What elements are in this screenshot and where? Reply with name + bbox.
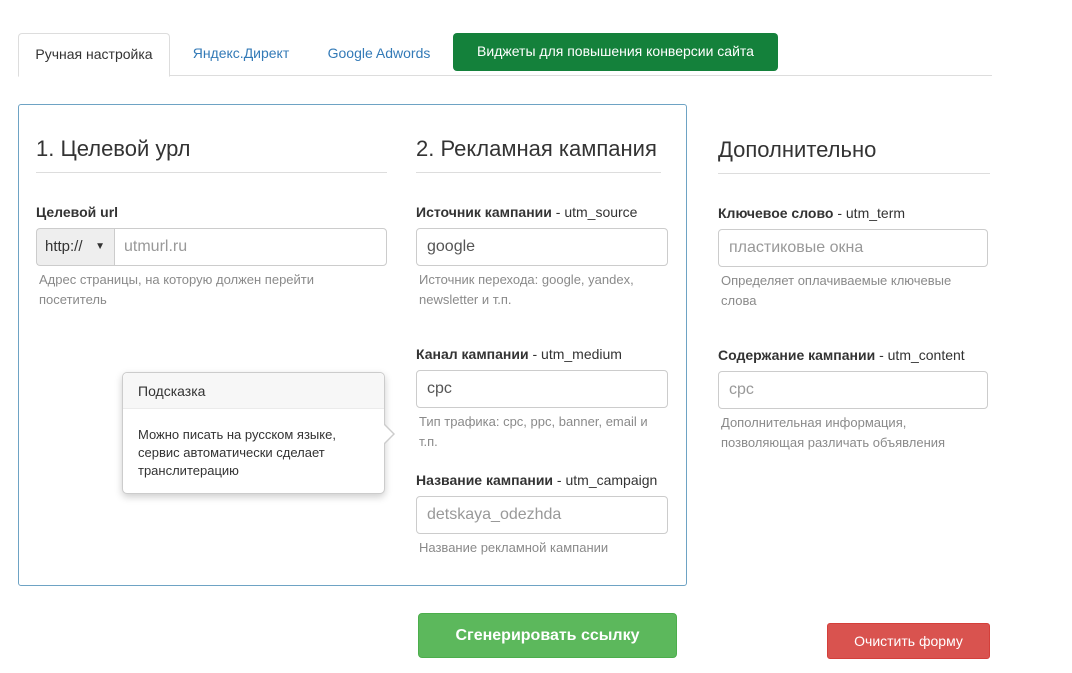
utm-content-label: Содержание кампании - utm_content [718, 347, 965, 363]
utm-campaign-input[interactable]: detskaya_odezhda [416, 496, 668, 534]
tab-yandex-direct[interactable]: Яндекс.Директ [178, 33, 304, 77]
popover-arrow-icon [383, 423, 395, 445]
target-url-help: Адрес страницы, на которую должен перейт… [39, 272, 315, 307]
utm-campaign-label: Название кампании - utm_campaign [416, 472, 658, 488]
tab-bar: Ручная настройка Яндекс.Директ Google Ad… [18, 33, 992, 77]
hint-popover: Подсказка Можно писать на русском языке,… [122, 372, 395, 494]
protocol-select[interactable]: http:// ▼ [36, 228, 114, 266]
utm-content-help: Дополнительная информация, позволяющая р… [721, 415, 946, 450]
divider [36, 172, 387, 173]
utm-campaign-help: Название рекламной кампании [419, 540, 609, 555]
tab-widgets[interactable]: Виджеты для повышения конверсии сайта [453, 33, 778, 71]
utm-medium-label: Канал кампании - utm_medium [416, 346, 622, 362]
utm-term-input[interactable]: пластиковые окна [718, 229, 988, 267]
clear-form-button[interactable]: Очистить форму [827, 623, 990, 659]
tab-manual[interactable]: Ручная настройка [18, 33, 170, 77]
utm-term-help: Определяет оплачиваемые ключевые слова [721, 273, 952, 308]
section-title-target-url: 1. Целевой урл [36, 136, 191, 161]
utm-source-help: Источник перехода: google, yandex, newsl… [419, 272, 634, 307]
protocol-value: http:// [45, 238, 83, 255]
tab-google-adwords[interactable]: Google Adwords [314, 33, 444, 77]
target-url-input[interactable]: utmurl.ru [114, 228, 387, 266]
generate-link-button[interactable]: Сгенерировать ссылку [418, 613, 677, 658]
utm-term-label: Ключевое слово - utm_term [718, 205, 906, 221]
popover-body: Можно писать на русском языке, сервис ав… [138, 427, 336, 478]
popover-title: Подсказка [123, 373, 384, 409]
utm-source-label: Источник кампании - utm_source [416, 204, 638, 220]
divider [416, 172, 661, 173]
divider [718, 173, 990, 174]
caret-down-icon: ▼ [95, 241, 105, 252]
section-title-extra: Дополнительно [718, 137, 877, 162]
utm-medium-help: Тип трафика: cpc, ppc, banner, email и т… [419, 414, 648, 449]
target-url-label: Целевой url [36, 204, 119, 220]
section-title-campaign: 2. Рекламная кампания [416, 136, 657, 161]
utm-medium-input[interactable]: cpc [416, 370, 668, 408]
utm-content-input[interactable]: cpc [718, 371, 988, 409]
utm-source-input[interactable]: google [416, 228, 668, 266]
